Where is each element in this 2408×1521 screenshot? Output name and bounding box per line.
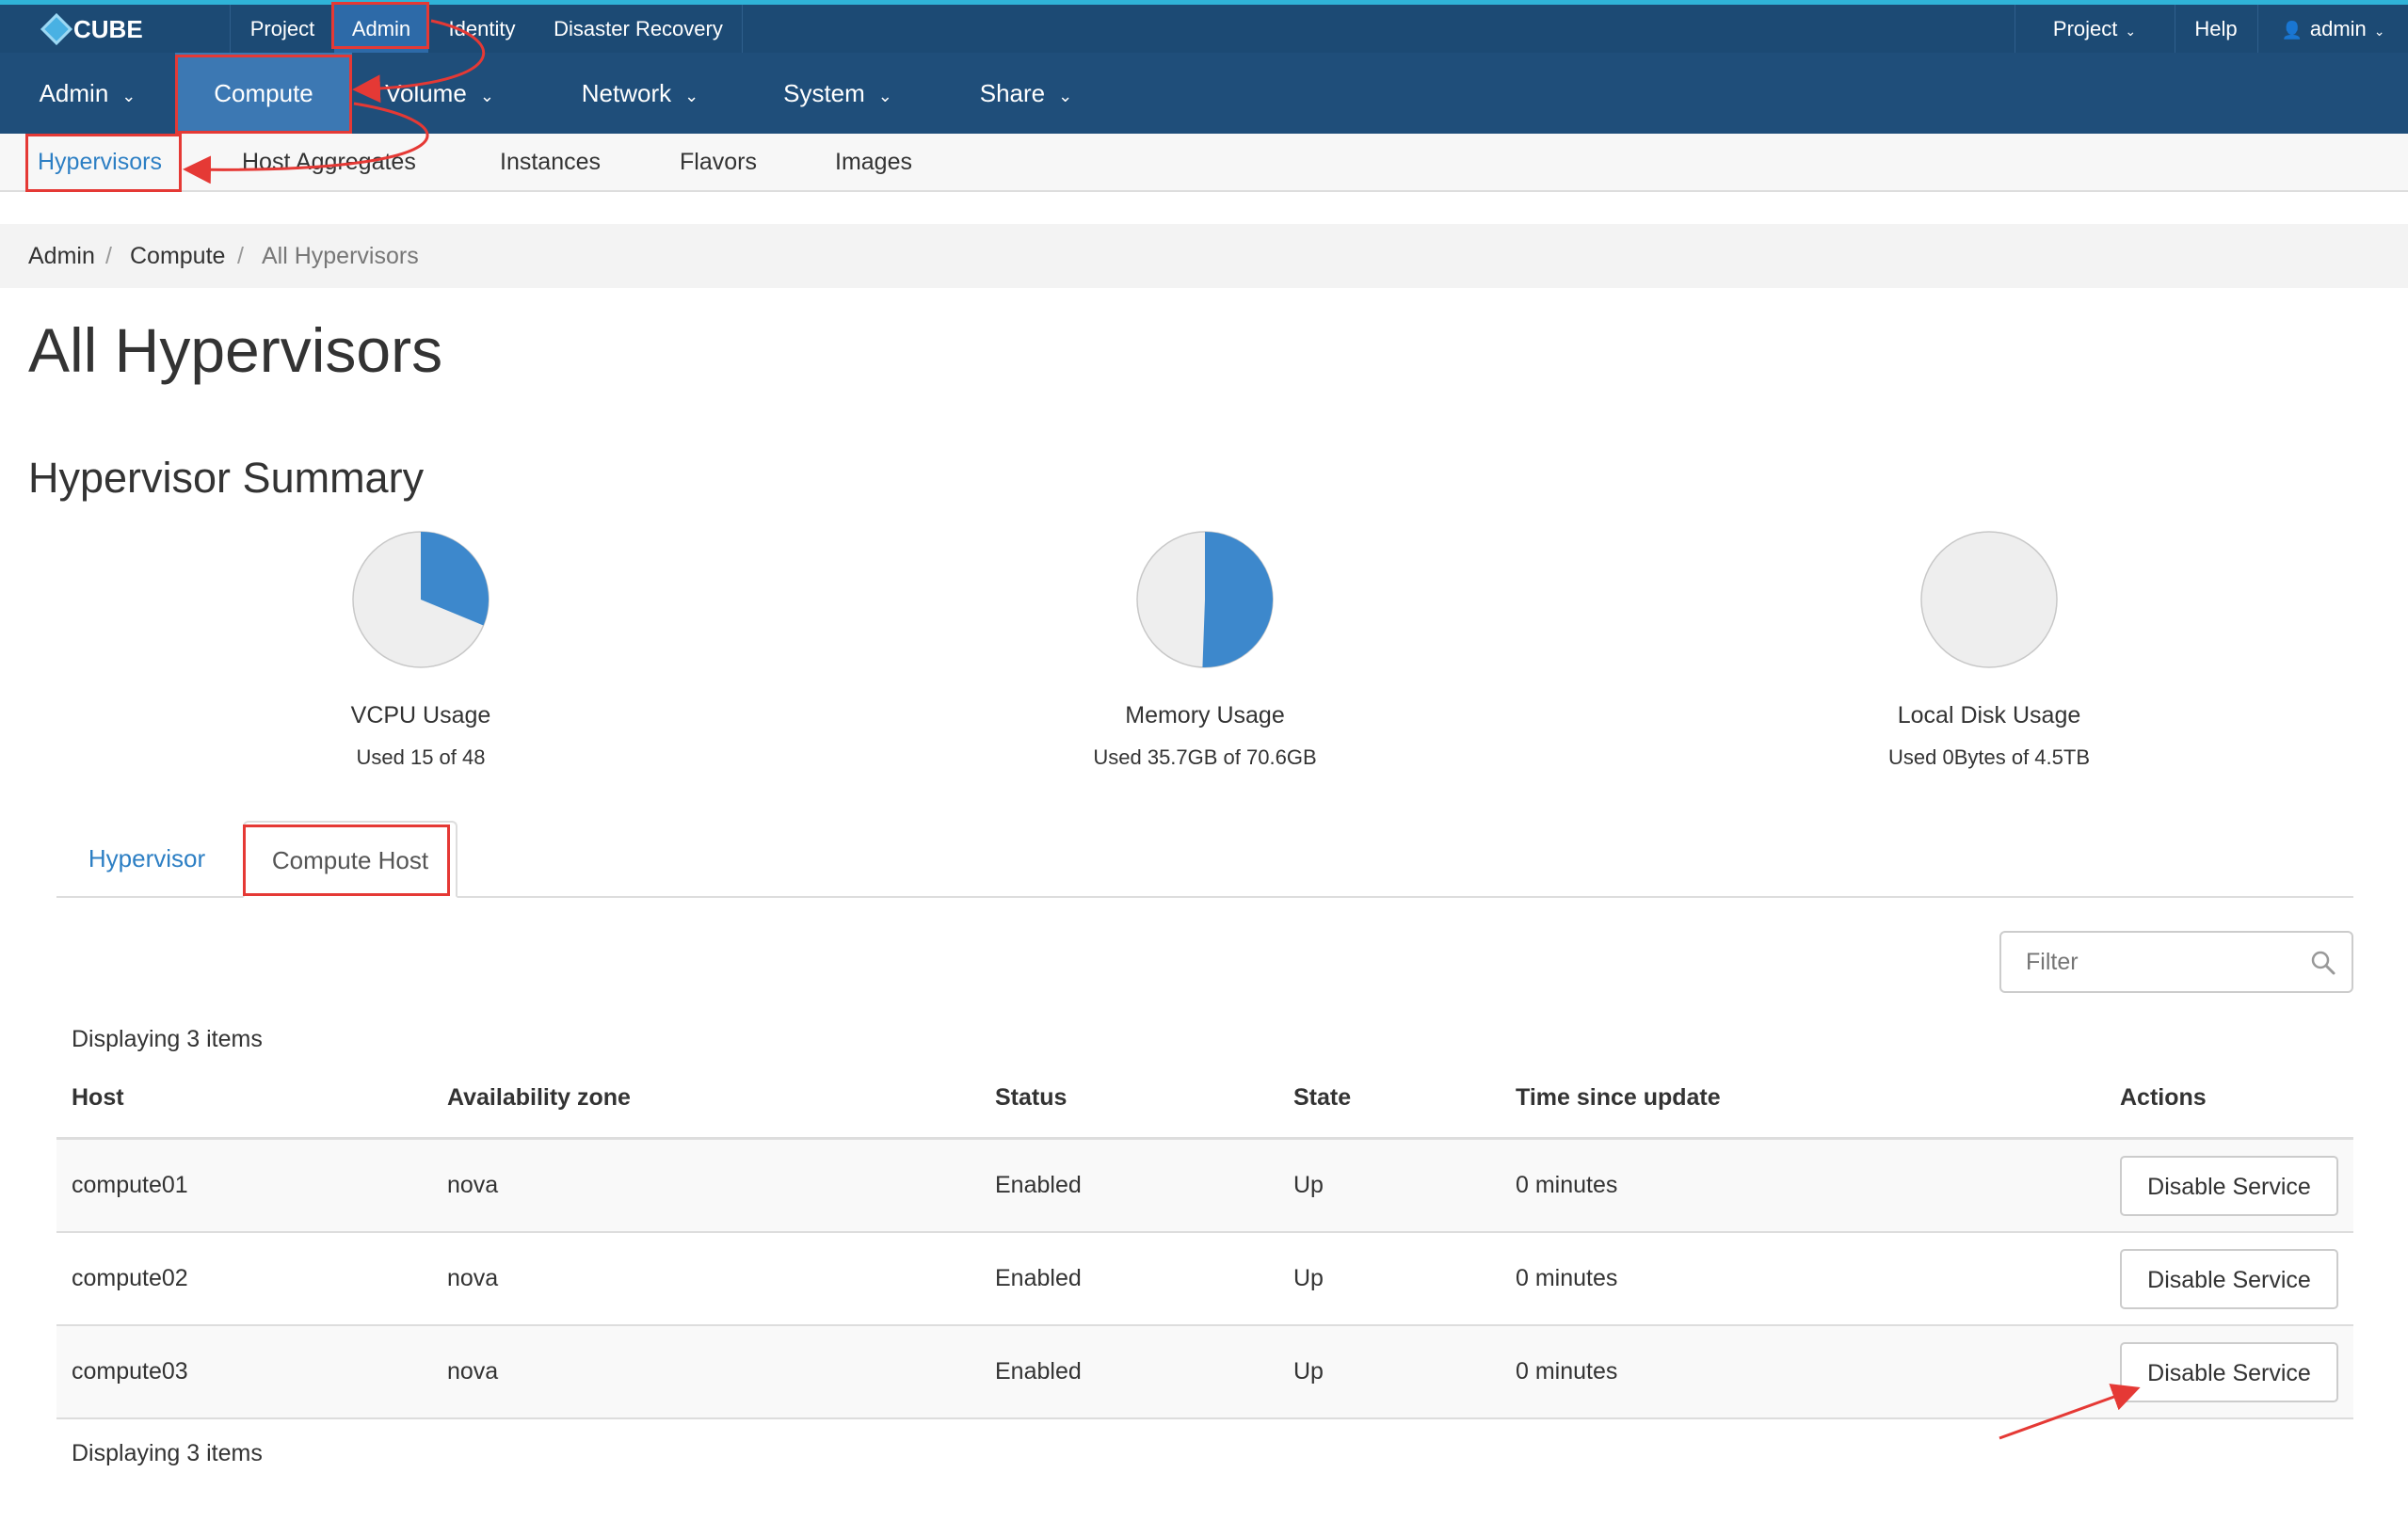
arrow-admin-to-compute: [352, 19, 486, 104]
annotation-arrows: [183, 19, 2141, 1440]
arrow-compute-to-hypervisors: [183, 102, 429, 184]
arrow-to-disable-service: [1999, 1384, 2141, 1440]
